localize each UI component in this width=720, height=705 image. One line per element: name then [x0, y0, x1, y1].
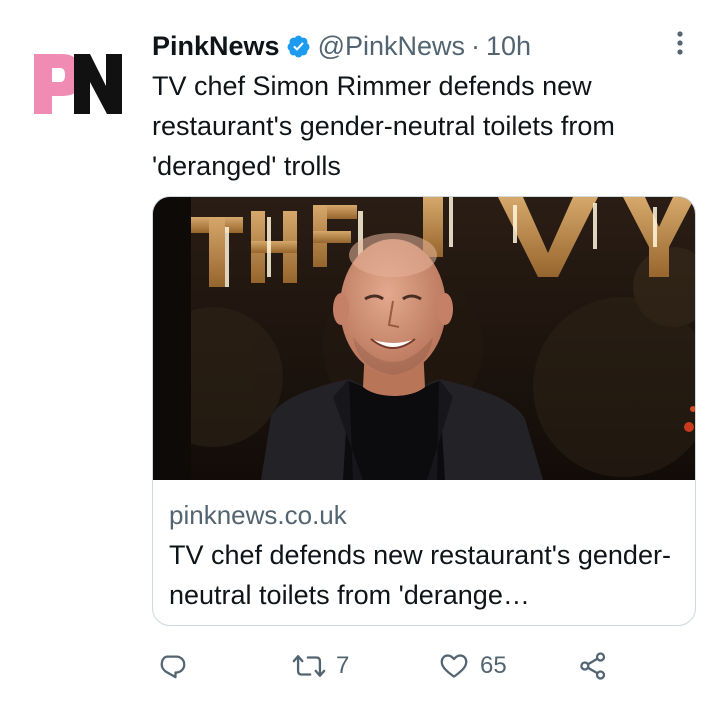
- tweet-actions: 7 65: [150, 646, 710, 686]
- pinknews-logo-icon: [34, 54, 122, 114]
- card-title: TV chef defends new restaurant's gender-…: [169, 540, 671, 610]
- verified-badge-icon: [287, 35, 309, 57]
- retweet-icon: [292, 655, 326, 677]
- share-icon: [580, 652, 606, 680]
- heart-icon: [440, 654, 468, 678]
- user-handle[interactable]: @PinkNews: [318, 31, 465, 62]
- tweet-header: PinkNews @PinkNews · 10h: [152, 28, 531, 64]
- retweet-button[interactable]: 7: [292, 646, 349, 686]
- link-card[interactable]: pinknews.co.uk TV chef defends new resta…: [152, 196, 696, 626]
- card-image[interactable]: [153, 197, 695, 480]
- share-button[interactable]: [578, 646, 608, 686]
- reply-button[interactable]: [158, 646, 188, 686]
- tweet-text: TV chef Simon Rimmer defends new restaur…: [152, 71, 615, 181]
- retweet-count: 7: [336, 652, 350, 679]
- separator-dot: ·: [471, 30, 481, 61]
- card-domain: pinknews.co.uk: [169, 500, 347, 530]
- like-count: 65: [480, 652, 507, 679]
- display-name[interactable]: PinkNews: [152, 31, 280, 62]
- like-button[interactable]: 65: [438, 646, 507, 686]
- pinknews-logo-avatar[interactable]: [30, 48, 126, 120]
- tweet[interactable]: PinkNews @PinkNews · 10h TV chef Simon R…: [0, 0, 720, 705]
- more-options-icon[interactable]: [668, 28, 692, 58]
- timestamp[interactable]: 10h: [486, 31, 531, 62]
- reply-icon: [160, 655, 186, 679]
